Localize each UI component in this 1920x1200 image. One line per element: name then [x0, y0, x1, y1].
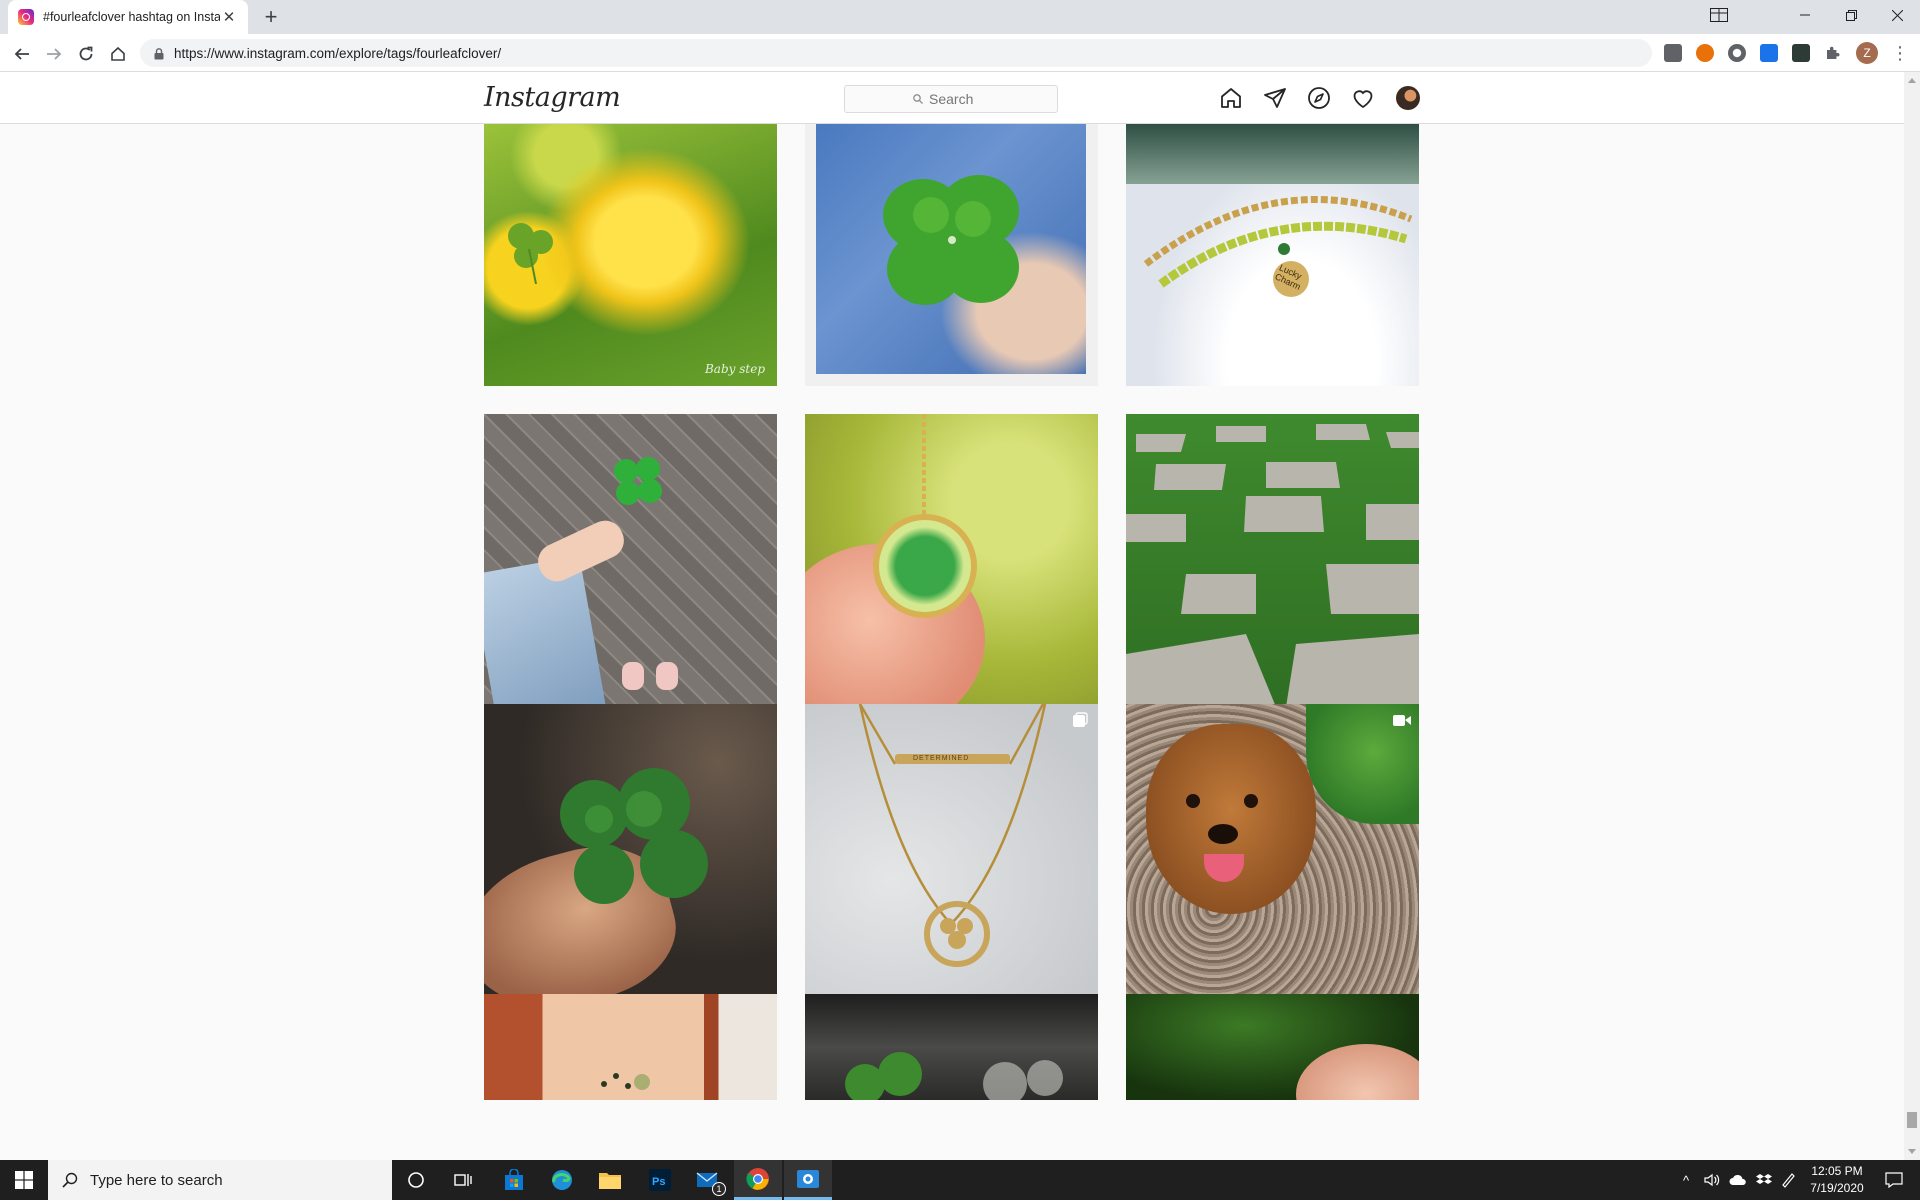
mail-icon[interactable]: 1	[684, 1160, 732, 1200]
home-icon[interactable]	[106, 42, 130, 66]
edge-browser-icon[interactable]	[538, 1160, 586, 1200]
extension-g-icon[interactable]	[1664, 44, 1682, 62]
scrollbar-thumb[interactable]	[1907, 1112, 1917, 1128]
search-input[interactable]	[929, 91, 989, 107]
browser-toolbar: https://www.instagram.com/explore/tags/f…	[0, 34, 1920, 72]
watermark-text: Baby step	[704, 362, 765, 376]
photoshop-icon[interactable]: Ps	[636, 1160, 684, 1200]
clock-time: 12:05 PM	[1811, 1164, 1863, 1178]
browser-tab[interactable]: #fourleafclover hashtag on Instagram ✕	[8, 0, 248, 34]
cortana-icon[interactable]	[392, 1160, 440, 1200]
show-hidden-icons-chevron-icon[interactable]: ^	[1676, 1160, 1696, 1200]
extensions-puzzle-icon[interactable]	[1824, 44, 1842, 62]
volume-icon[interactable]	[1700, 1160, 1724, 1200]
scroll-up-arrow-icon[interactable]	[1908, 78, 1916, 83]
post-thumbnail[interactable]	[1126, 414, 1419, 707]
task-view-icon[interactable]	[440, 1160, 488, 1200]
svg-text:Ps: Ps	[652, 1176, 665, 1188]
taskbar-search-box[interactable]: Type here to search	[48, 1160, 392, 1200]
post-thumbnail[interactable]: DETERMINED	[805, 704, 1098, 997]
activity-heart-icon[interactable]	[1351, 86, 1375, 110]
post-thumbnail[interactable]: Baby step	[484, 124, 777, 386]
windows-taskbar: Type here to search Ps 1 ^ 12:05 PM 7/19…	[0, 1160, 1920, 1200]
video-icon	[1393, 712, 1411, 728]
search-box[interactable]	[844, 85, 1058, 113]
back-arrow-icon[interactable]	[10, 42, 34, 66]
extension-dark-icon[interactable]	[1792, 44, 1810, 62]
scroll-down-arrow-icon[interactable]	[1908, 1149, 1916, 1154]
notifications-icon[interactable]	[1876, 1160, 1912, 1200]
post-thumbnail[interactable]	[805, 414, 1098, 707]
taskbar-search-placeholder: Type here to search	[90, 1171, 223, 1189]
post-thumbnail[interactable]	[1126, 704, 1419, 997]
post-thumbnail[interactable]	[805, 124, 1098, 386]
extension-circle-icon[interactable]	[1728, 44, 1746, 62]
post-thumbnail[interactable]	[484, 704, 777, 997]
mail-badge: 1	[712, 1182, 726, 1196]
reload-icon[interactable]	[74, 42, 98, 66]
search-icon	[913, 94, 923, 104]
dropbox-icon[interactable]	[1752, 1160, 1776, 1200]
multiple-posts-icon	[1072, 712, 1088, 728]
explore-compass-icon[interactable]	[1307, 86, 1331, 110]
close-tab-icon[interactable]: ✕	[220, 8, 238, 26]
tab-title: #fourleafclover hashtag on Instagram	[43, 10, 221, 24]
chrome-taskbar-icon[interactable]	[734, 1160, 782, 1200]
page-viewport: Instagram Baby step	[0, 72, 1904, 1160]
extension-orange-icon[interactable]	[1696, 44, 1714, 62]
instagram-favicon-icon	[18, 9, 34, 25]
app-taskbar-icon[interactable]	[784, 1160, 832, 1200]
page-scrollbar[interactable]	[1904, 72, 1920, 1160]
necklace-engraving: DETERMINED	[913, 755, 970, 762]
extension-blue-icon[interactable]	[1760, 44, 1778, 62]
file-explorer-icon[interactable]	[586, 1160, 634, 1200]
tab-search-icon[interactable]	[1696, 0, 1742, 30]
profile-avatar[interactable]	[1396, 86, 1420, 110]
post-thumbnail[interactable]	[1126, 994, 1419, 1100]
home-icon[interactable]	[1219, 86, 1243, 110]
post-thumbnail[interactable]	[484, 414, 777, 707]
chrome-menu-icon[interactable]: ⋮	[1890, 42, 1910, 64]
instagram-logo[interactable]: Instagram	[484, 82, 621, 113]
url-text: https://www.instagram.com/explore/tags/f…	[174, 45, 502, 61]
new-tab-button[interactable]: +	[258, 4, 284, 30]
forward-arrow-icon[interactable]	[42, 42, 66, 66]
onedrive-icon[interactable]	[1726, 1160, 1750, 1200]
post-thumbnail[interactable]	[484, 994, 777, 1100]
restore-button[interactable]	[1828, 0, 1874, 30]
browser-tab-strip: #fourleafclover hashtag on Instagram ✕ +	[0, 0, 1920, 34]
close-window-button[interactable]	[1874, 0, 1920, 30]
minimize-button[interactable]	[1782, 0, 1828, 30]
search-icon	[62, 1172, 78, 1188]
instagram-header: Instagram	[0, 72, 1904, 124]
microsoft-store-icon[interactable]	[490, 1160, 538, 1200]
lock-icon	[154, 47, 164, 60]
system-clock[interactable]: 12:05 PM 7/19/2020	[1800, 1163, 1874, 1197]
address-bar[interactable]: https://www.instagram.com/explore/tags/f…	[140, 39, 1652, 67]
windows-start-button[interactable]	[0, 1160, 48, 1200]
pen-workspace-icon[interactable]	[1776, 1160, 1800, 1200]
post-thumbnail[interactable]	[805, 994, 1098, 1100]
chrome-profile-avatar[interactable]: Z	[1856, 42, 1878, 64]
direct-messages-icon[interactable]	[1263, 86, 1287, 110]
clock-date: 7/19/2020	[1810, 1181, 1864, 1195]
post-thumbnail[interactable]: Lucky Charm	[1126, 124, 1419, 386]
